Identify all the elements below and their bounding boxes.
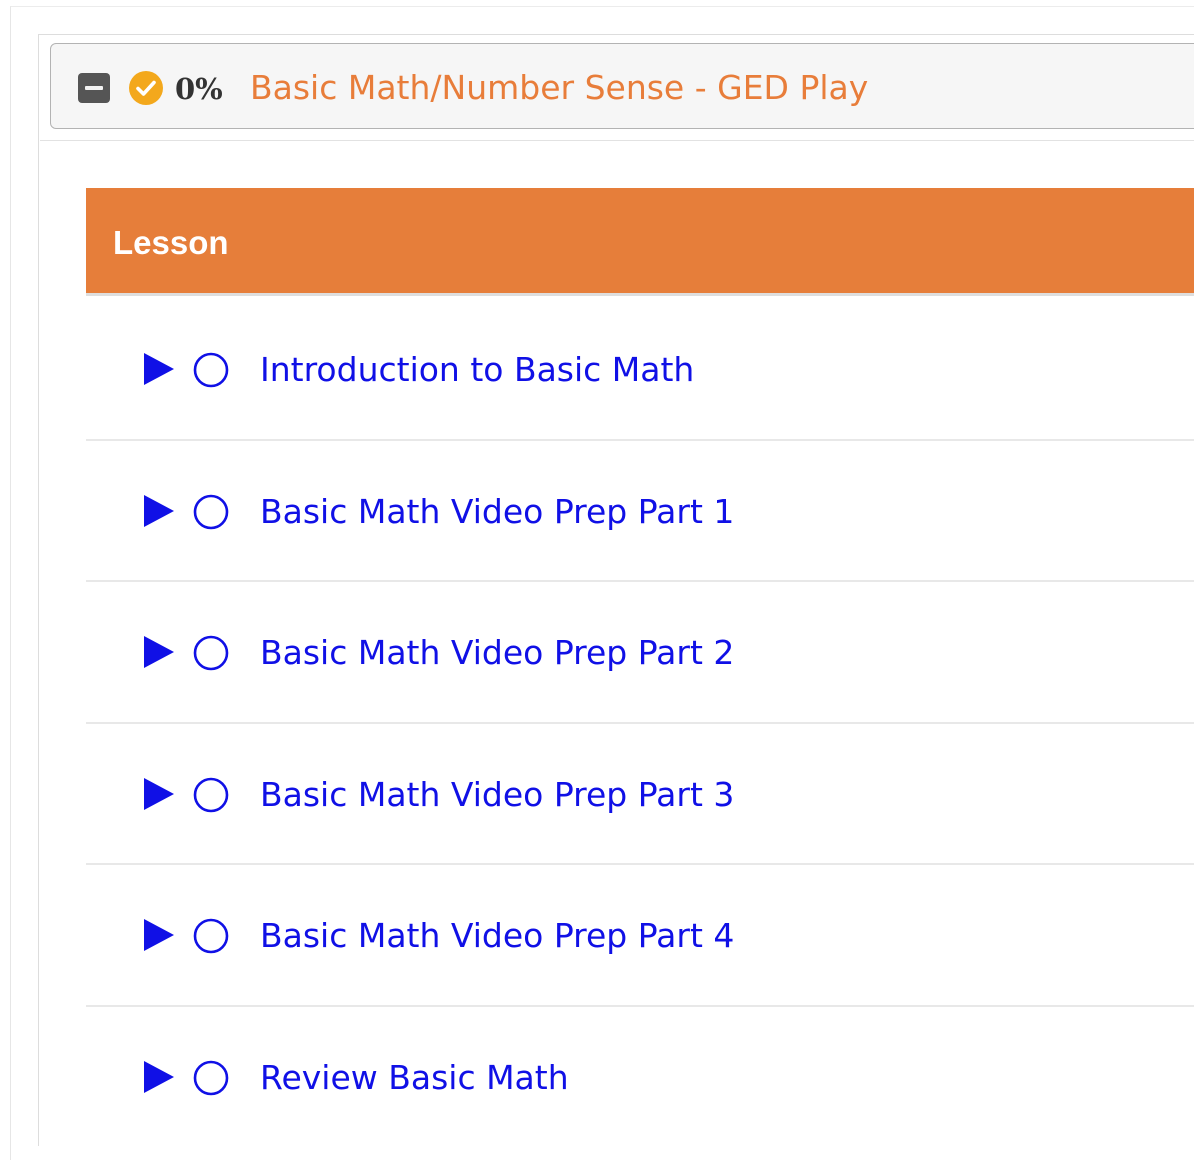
lesson-title-link[interactable]: Basic Math Video Prep Part 3: [260, 773, 734, 817]
lesson-title-link[interactable]: Introduction to Basic Math: [260, 348, 694, 392]
lesson-row[interactable]: Review Basic Math: [86, 1007, 1194, 1149]
lesson-title-link[interactable]: Basic Math Video Prep Part 2: [260, 631, 734, 675]
course-title-link[interactable]: Basic Math/Number Sense - GED Play: [250, 67, 868, 109]
lesson-row[interactable]: Basic Math Video Prep Part 1: [86, 441, 1194, 583]
circle-outline-icon: [193, 494, 229, 529]
circle-outline-icon: [193, 352, 229, 388]
circle-outline-icon: [193, 635, 229, 671]
lesson-title-link[interactable]: Basic Math Video Prep Part 1: [260, 490, 734, 534]
play-icon[interactable]: [143, 352, 175, 386]
course-page: 0% Basic Math/Number Sense - GED Play Le…: [0, 0, 1194, 1160]
play-icon[interactable]: [143, 777, 175, 811]
lesson-title-link[interactable]: Review Basic Math: [260, 1056, 569, 1100]
lesson-row[interactable]: Introduction to Basic Math: [86, 299, 1194, 441]
circle-outline-icon: [193, 919, 229, 954]
check-circle-icon: [129, 71, 163, 105]
lesson-row[interactable]: Basic Math Video Prep Part 2: [86, 582, 1194, 724]
lesson-row[interactable]: Basic Math Video Prep Part 3: [86, 724, 1194, 866]
circle-outline-icon: [193, 777, 229, 813]
lesson-list: Introduction to Basic Math Basic Math Vi…: [86, 299, 1194, 1149]
lesson-title-link[interactable]: Basic Math Video Prep Part 4: [260, 914, 734, 958]
play-icon[interactable]: [143, 494, 175, 528]
header-divider: [40, 140, 1194, 141]
course-progress-percent: 0%: [175, 72, 223, 106]
lesson-row[interactable]: Basic Math Video Prep Part 4: [86, 865, 1194, 1007]
play-icon[interactable]: [143, 918, 175, 952]
play-icon[interactable]: [143, 635, 175, 669]
lesson-table-header: [86, 188, 1194, 296]
play-icon[interactable]: [143, 1060, 175, 1094]
circle-outline-icon: [193, 1060, 229, 1096]
lesson-column-header: Lesson: [113, 224, 229, 261]
minus-square-icon[interactable]: [78, 73, 110, 103]
